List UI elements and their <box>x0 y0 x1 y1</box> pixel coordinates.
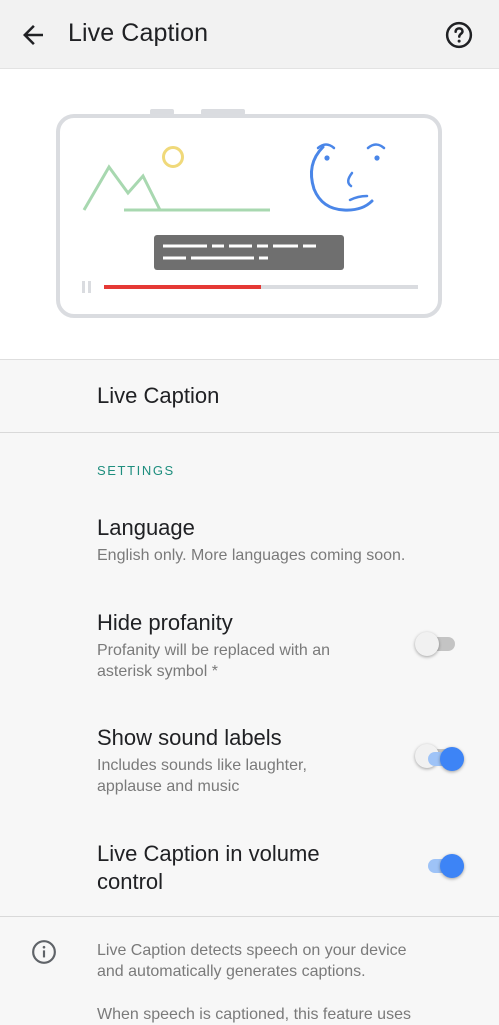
show-sound-labels-switch[interactable] <box>424 745 468 773</box>
switch-thumb <box>440 747 464 771</box>
show-sound-labels-summary-line2: applause and music <box>97 778 240 795</box>
live-caption-label: Live Caption <box>97 383 220 408</box>
volume-control-title-line2: control <box>97 869 164 894</box>
language-setting[interactable]: Language English only. More languages co… <box>0 510 499 574</box>
hide-profanity-title: Hide profanity <box>97 610 233 635</box>
info-icon <box>32 940 56 964</box>
info-description: Live Caption detects speech on your devi… <box>97 940 477 982</box>
show-sound-labels-summary-line1: Includes sounds like laughter, <box>97 757 307 774</box>
divider <box>0 916 499 917</box>
switch-thumb <box>415 632 439 656</box>
app-bar: Live Caption <box>0 0 499 69</box>
help-circle-icon <box>445 21 473 49</box>
settings-section-header: SETTINGS <box>97 463 175 478</box>
caption-box <box>154 235 344 270</box>
help-button[interactable] <box>444 20 474 50</box>
hero-illustration-area <box>0 69 499 360</box>
info-text-line2: and automatically generates captions. <box>97 963 366 980</box>
hide-profanity-switch[interactable] <box>415 630 459 658</box>
info-text-line1: Live Caption detects speech on your devi… <box>97 942 407 959</box>
info-text-secondary: When speech is captioned, this feature u… <box>97 1006 411 1023</box>
switch-thumb <box>440 854 464 878</box>
language-summary: English only. More languages coming soon… <box>97 547 406 564</box>
hide-profanity-summary-line1: Profanity will be replaced with an <box>97 642 331 659</box>
volume-control-switch[interactable] <box>424 852 468 880</box>
back-button[interactable] <box>18 20 48 50</box>
progress-fill <box>104 285 261 289</box>
live-caption-illustration <box>56 109 442 318</box>
show-sound-labels-title: Show sound labels <box>97 725 282 750</box>
page-title: Live Caption <box>68 19 209 47</box>
arrow-back-icon <box>23 25 43 45</box>
live-caption-toggle-row[interactable]: Live Caption <box>0 360 499 768</box>
language-title: Language <box>97 515 195 540</box>
hide-profanity-summary-line2: asterisk symbol * <box>97 663 218 680</box>
volume-control-title-line1: Live Caption in volume <box>97 841 320 866</box>
